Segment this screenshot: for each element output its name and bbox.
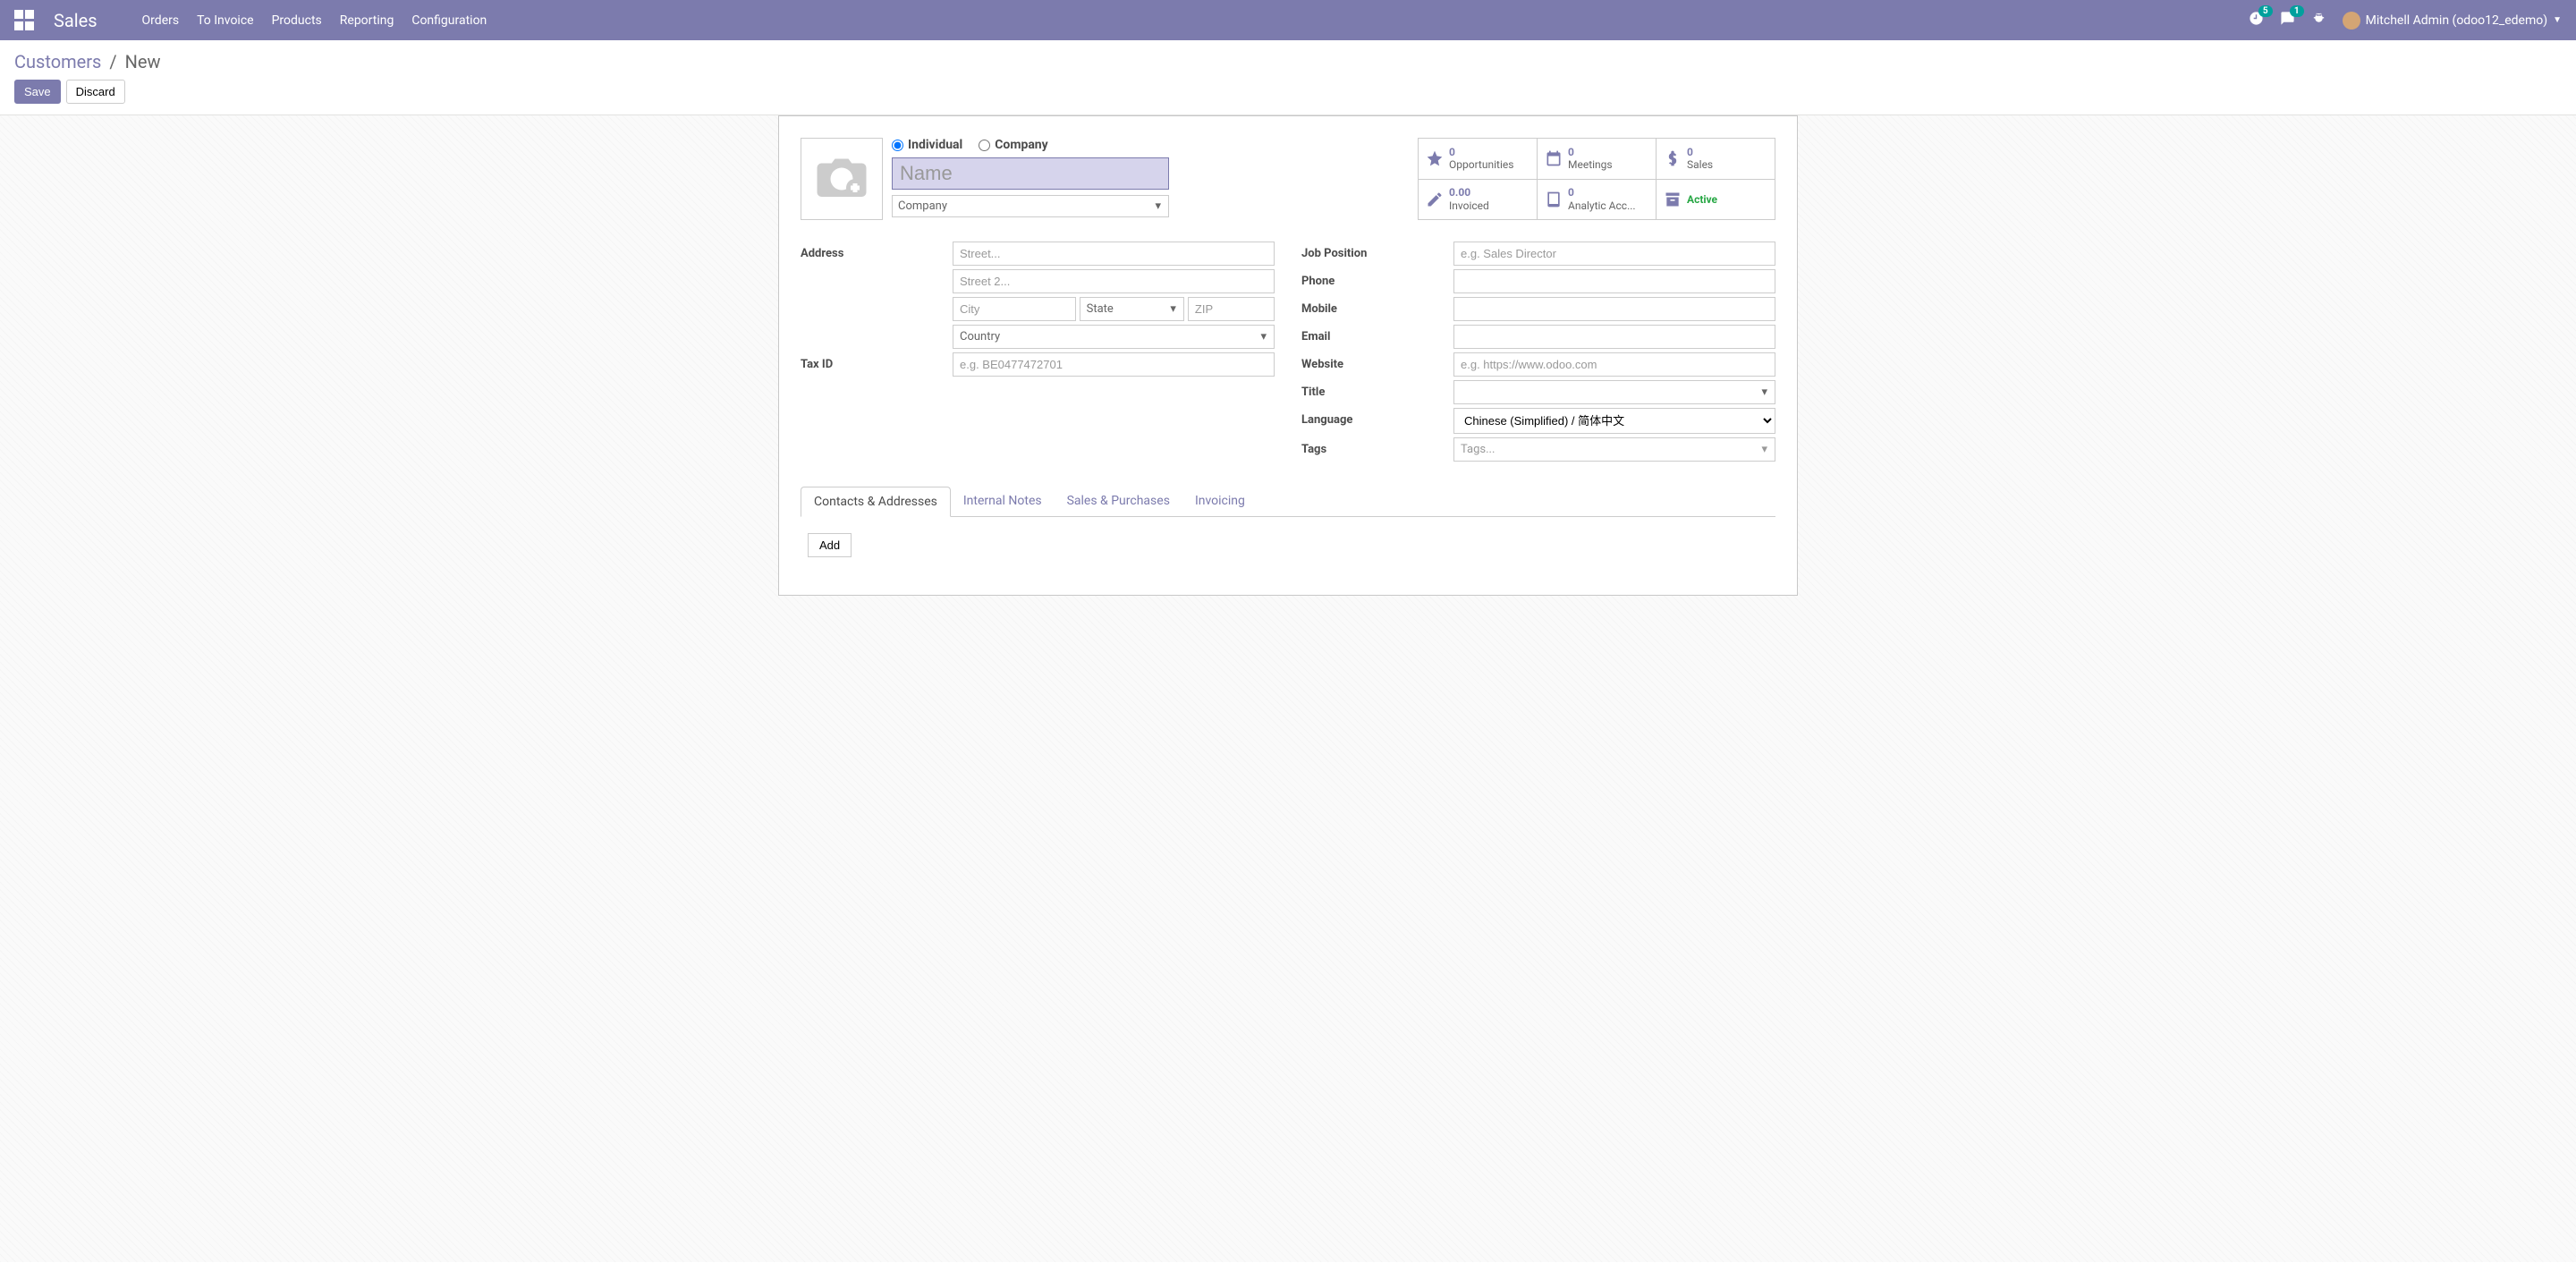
tab-content: Add bbox=[801, 517, 1775, 573]
activities-badge: 5 bbox=[2258, 5, 2273, 17]
breadcrumb-current: New bbox=[125, 51, 161, 72]
menu-products[interactable]: Products bbox=[272, 13, 322, 28]
stat-invoiced[interactable]: 0.00Invoiced bbox=[1419, 180, 1538, 220]
book-icon bbox=[1545, 191, 1563, 208]
label-title: Title bbox=[1301, 380, 1445, 399]
zip-input[interactable] bbox=[1188, 297, 1275, 321]
save-button[interactable]: Save bbox=[14, 80, 61, 104]
label-website: Website bbox=[1301, 352, 1445, 371]
form-sheet: Individual Company Company 0Opportunitie… bbox=[778, 115, 1798, 596]
avatar bbox=[2343, 12, 2360, 30]
job-position-input[interactable] bbox=[1453, 242, 1775, 266]
label-phone: Phone bbox=[1301, 269, 1445, 288]
stat-sales[interactable]: 0Sales bbox=[1657, 139, 1775, 180]
phone-input[interactable] bbox=[1453, 269, 1775, 293]
label-email: Email bbox=[1301, 325, 1445, 343]
stat-opportunities[interactable]: 0Opportunities bbox=[1419, 139, 1538, 180]
radio-company-input[interactable] bbox=[979, 140, 990, 151]
label-tags: Tags bbox=[1301, 437, 1445, 456]
website-input[interactable] bbox=[1453, 352, 1775, 377]
street-input[interactable] bbox=[953, 242, 1275, 266]
star-icon bbox=[1426, 149, 1444, 167]
activities-button[interactable]: 5 bbox=[2249, 11, 2264, 30]
breadcrumb-sep: / bbox=[109, 51, 116, 72]
breadcrumb-customers[interactable]: Customers bbox=[14, 51, 101, 72]
language-select[interactable]: Chinese (Simplified) / 简体中文 bbox=[1453, 408, 1775, 434]
app-brand[interactable]: Sales bbox=[54, 10, 97, 31]
stat-buttons: 0Opportunities 0Meetings 0Sales 0.00Invo… bbox=[1418, 138, 1775, 220]
navbar-right: 5 1 Mitchell Admin (odoo12_edemo) ▼ bbox=[2249, 11, 2562, 30]
caret-down-icon: ▼ bbox=[2553, 15, 2562, 25]
radio-company[interactable]: Company bbox=[979, 138, 1047, 152]
tab-sales-purchases[interactable]: Sales & Purchases bbox=[1055, 487, 1182, 516]
calendar-icon bbox=[1545, 149, 1563, 167]
messages-badge: 1 bbox=[2290, 5, 2304, 17]
dollar-icon bbox=[1664, 149, 1682, 167]
apps-icon[interactable] bbox=[14, 10, 36, 31]
country-select[interactable]: Country bbox=[953, 325, 1275, 349]
tax-id-input[interactable] bbox=[953, 352, 1275, 377]
camera-plus-icon bbox=[815, 157, 869, 201]
stat-active[interactable]: Active bbox=[1657, 180, 1775, 220]
label-job-position: Job Position bbox=[1301, 242, 1445, 260]
content-area: Individual Company Company 0Opportunitie… bbox=[0, 115, 2576, 1262]
stat-meetings[interactable]: 0Meetings bbox=[1538, 139, 1657, 180]
navbar: Sales Orders To Invoice Products Reporti… bbox=[0, 0, 2576, 40]
title-select[interactable] bbox=[1453, 380, 1775, 404]
state-select[interactable]: State bbox=[1080, 297, 1184, 321]
company-select[interactable]: Company bbox=[892, 195, 1169, 217]
image-upload[interactable] bbox=[801, 138, 883, 220]
discard-button[interactable]: Discard bbox=[66, 80, 125, 104]
city-input[interactable] bbox=[953, 297, 1076, 321]
stat-analytic[interactable]: 0Analytic Acc... bbox=[1538, 180, 1657, 220]
radio-individual[interactable]: Individual bbox=[892, 138, 962, 152]
tab-invoicing[interactable]: Invoicing bbox=[1182, 487, 1258, 516]
menu-reporting[interactable]: Reporting bbox=[340, 13, 394, 28]
archive-icon bbox=[1664, 191, 1682, 208]
messages-button[interactable]: 1 bbox=[2280, 11, 2295, 30]
pencil-square-icon bbox=[1426, 191, 1444, 208]
email-input[interactable] bbox=[1453, 325, 1775, 349]
navbar-menu: Orders To Invoice Products Reporting Con… bbox=[142, 13, 2249, 28]
menu-orders[interactable]: Orders bbox=[142, 13, 180, 28]
tab-internal-notes[interactable]: Internal Notes bbox=[951, 487, 1055, 516]
label-address: Address bbox=[801, 242, 944, 260]
tags-select[interactable]: Tags... bbox=[1453, 437, 1775, 462]
street2-input[interactable] bbox=[953, 269, 1275, 293]
label-mobile: Mobile bbox=[1301, 297, 1445, 316]
debug-button[interactable] bbox=[2311, 11, 2326, 30]
add-button[interactable]: Add bbox=[808, 533, 852, 557]
menu-to-invoice[interactable]: To Invoice bbox=[197, 13, 254, 28]
label-language: Language bbox=[1301, 408, 1445, 427]
name-input[interactable] bbox=[892, 157, 1169, 190]
breadcrumb: Customers / New bbox=[14, 51, 2562, 72]
control-panel: Customers / New Save Discard bbox=[0, 40, 2576, 115]
tab-contacts[interactable]: Contacts & Addresses bbox=[801, 487, 951, 517]
user-name: Mitchell Admin (odoo12_edemo) bbox=[2366, 13, 2547, 28]
mobile-input[interactable] bbox=[1453, 297, 1775, 321]
user-menu[interactable]: Mitchell Admin (odoo12_edemo) ▼ bbox=[2343, 12, 2562, 30]
tabs: Contacts & Addresses Internal Notes Sale… bbox=[801, 487, 1775, 517]
bug-icon bbox=[2311, 11, 2326, 26]
menu-configuration[interactable]: Configuration bbox=[411, 13, 487, 28]
radio-individual-input[interactable] bbox=[892, 140, 903, 151]
label-tax-id: Tax ID bbox=[801, 352, 944, 371]
